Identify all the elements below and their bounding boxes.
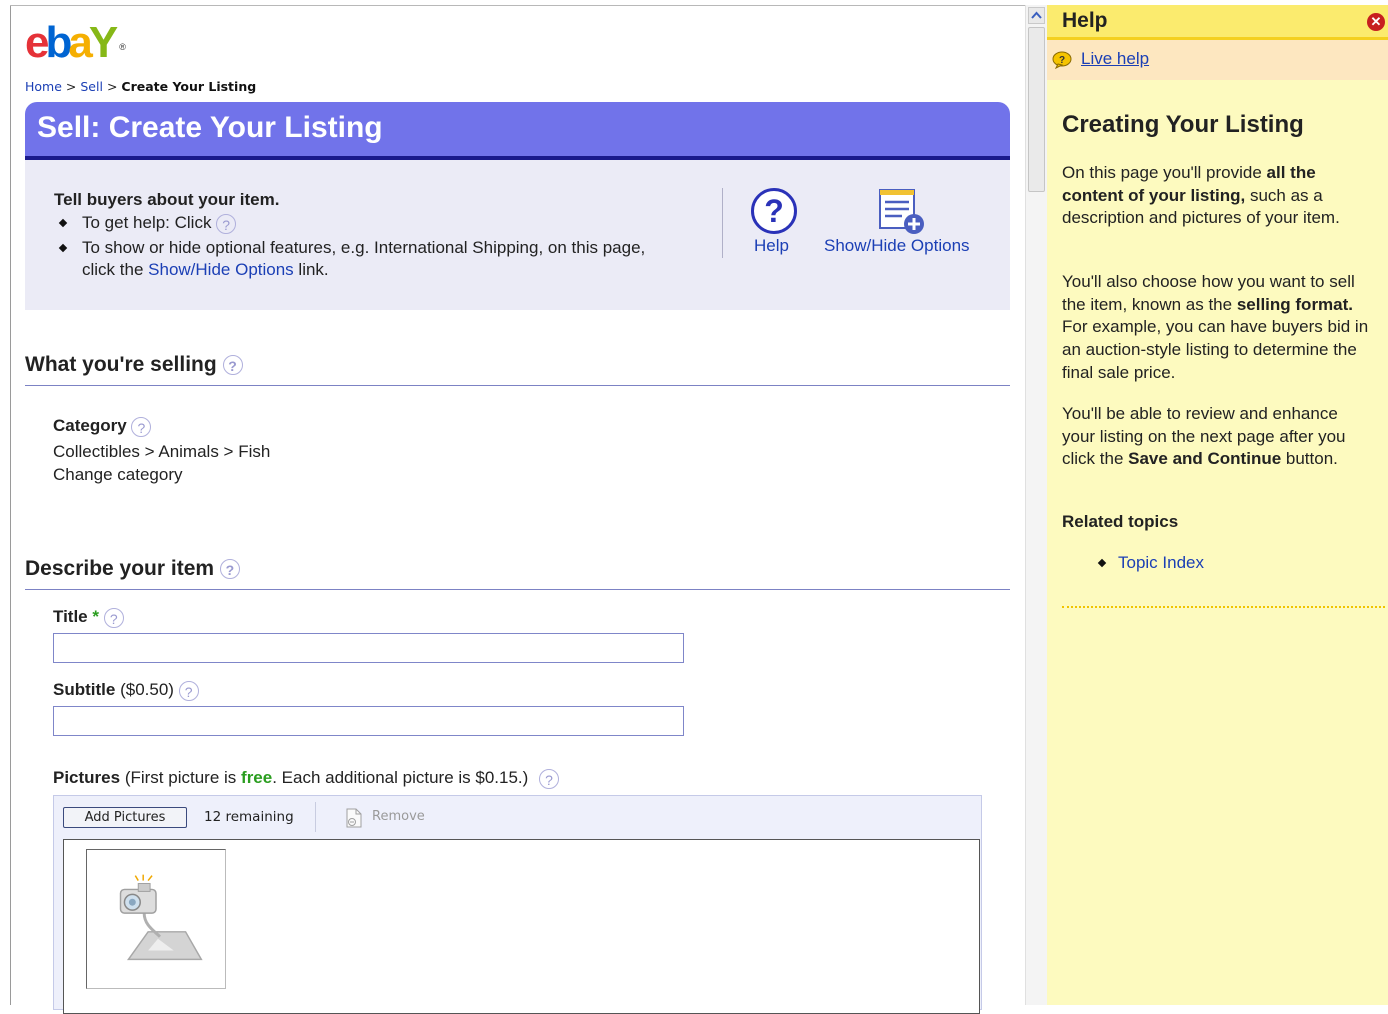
add-pictures-button[interactable]: Add Pictures <box>63 807 187 828</box>
pictures-note-end: . Each additional picture is $0.15.) <box>272 768 529 787</box>
camera-picture-icon <box>119 874 203 961</box>
intro-bullet-options-text: To show or hide optional features, e.g. … <box>82 238 646 257</box>
show-hide-options-icon[interactable] <box>878 188 926 236</box>
section-what-selling: What you're selling ? <box>25 353 243 377</box>
help-question-icon[interactable]: ? <box>216 213 237 234</box>
intro-bullet-options-suffix: link. <box>298 260 329 279</box>
help-question-icon[interactable]: ? <box>539 768 560 789</box>
subtitle-label: Subtitle <box>53 680 116 699</box>
help-question-icon[interactable]: ? <box>103 607 124 628</box>
required-mark: * <box>92 607 99 626</box>
related-topics-title: Related topics <box>1062 512 1179 531</box>
live-help-link[interactable]: Live help <box>1081 49 1149 69</box>
help-dotted-divider <box>1062 606 1385 608</box>
topic-index-link[interactable]: Topic Index <box>1099 553 1204 572</box>
help-question-icon[interactable]: ? <box>222 355 243 376</box>
breadcrumb-separator: > <box>106 79 118 94</box>
breadcrumb: Home > Sell > Create Your Listing <box>25 79 256 94</box>
page-title: Sell: Create Your Listing <box>37 111 383 144</box>
intro-bullet-help: To get help: Click ? <box>58 212 237 234</box>
remove-picture-button: Remove <box>372 809 425 824</box>
remove-picture-icon <box>346 808 362 828</box>
category-path: Collectibles > Animals > Fish <box>53 442 271 461</box>
help-paragraph-3: You'll be able to review and enhance you… <box>1062 404 1346 469</box>
category-field: Category ? <box>53 416 152 437</box>
pictures-field-label: Pictures (First picture is free. Each ad… <box>53 768 560 789</box>
section-divider <box>25 589 1010 590</box>
intro-bullet-options: To show or hide optional features, e.g. … <box>58 237 722 281</box>
title-field-label: Title * ? <box>53 607 124 628</box>
show-hide-options-inline-link[interactable]: Show/Hide Options <box>148 260 294 279</box>
title-label: Title <box>53 607 88 626</box>
speech-bubble-icon: ? <box>1052 51 1072 69</box>
intro-heading: Tell buyers about your item. <box>54 190 280 209</box>
close-icon[interactable]: ✕ <box>1367 13 1385 31</box>
title-banner: Sell: Create Your Listing <box>25 102 1010 156</box>
section-describe-item-title: Describe your item <box>25 557 215 580</box>
help-question-icon[interactable]: ? <box>131 416 152 437</box>
picture-slot[interactable] <box>86 849 226 989</box>
help-panel-title: Help <box>1062 9 1108 32</box>
section-what-selling-title: What you're selling <box>25 353 217 376</box>
category-label: Category <box>53 416 127 435</box>
section-divider <box>25 385 1010 386</box>
chevron-up-icon <box>1031 11 1042 19</box>
breadcrumb-current: Create Your Listing <box>121 79 257 94</box>
svg-text:?: ? <box>1059 55 1065 66</box>
toolbar-divider <box>315 802 316 832</box>
intro-box: Tell buyers about your item. To get help… <box>25 160 1010 310</box>
help-paragraph-1: On this page you'll provide all the cont… <box>1062 163 1340 228</box>
subtitle-fee: ($0.50) <box>120 680 174 699</box>
intro-bullet-help-text: To get help: Click <box>82 213 212 232</box>
help-paragraph-2: You'll also choose how you want to sell … <box>1062 272 1369 382</box>
ebay-logo[interactable]: ebaY ® <box>25 20 126 66</box>
subtitle-field-label: Subtitle ($0.50) ? <box>53 680 199 701</box>
pictures-label: Pictures <box>53 768 121 787</box>
intro-divider <box>722 188 723 258</box>
related-topic-item[interactable]: Topic Index <box>1097 553 1204 573</box>
help-question-icon[interactable]: ? <box>219 559 240 580</box>
vertical-scrollbar[interactable] <box>1025 5 1047 1005</box>
pictures-drop-area[interactable] <box>63 839 980 1014</box>
live-help-row: ? Live help <box>1047 40 1388 80</box>
section-describe-item: Describe your item ? <box>25 557 240 581</box>
help-panel-header: Help ✕ <box>1047 5 1388 37</box>
help-link[interactable]: Help <box>754 236 789 256</box>
scroll-up-arrow[interactable] <box>1028 7 1045 24</box>
show-hide-options-link[interactable]: Show/Hide Options <box>824 236 970 256</box>
title-input[interactable] <box>53 633 684 663</box>
breadcrumb-sell-link[interactable]: Sell <box>80 79 103 94</box>
frame-border-top <box>10 5 1025 6</box>
pictures-note-free: free <box>241 768 273 787</box>
help-question-icon[interactable]: ? <box>178 680 199 701</box>
frame-border-left <box>10 5 11 1005</box>
pictures-note-start: (First picture is <box>124 768 237 787</box>
pictures-remaining-count: 12 remaining <box>204 809 294 825</box>
breadcrumb-separator: > <box>65 79 77 94</box>
pictures-panel: Add Pictures 12 remaining Remove <box>53 795 982 1014</box>
help-topic-title: Creating Your Listing <box>1062 111 1304 138</box>
change-category-link[interactable]: Change category <box>53 465 182 485</box>
scrollbar-thumb[interactable] <box>1028 27 1045 192</box>
subtitle-input[interactable] <box>53 706 684 736</box>
help-question-large-icon[interactable]: ? <box>751 188 797 234</box>
breadcrumb-home-link[interactable]: Home <box>25 79 62 94</box>
intro-bullet-options-prefix: click the <box>82 260 144 279</box>
help-panel: Help ✕ ? Live help Creating Your Listing… <box>1047 5 1388 1005</box>
